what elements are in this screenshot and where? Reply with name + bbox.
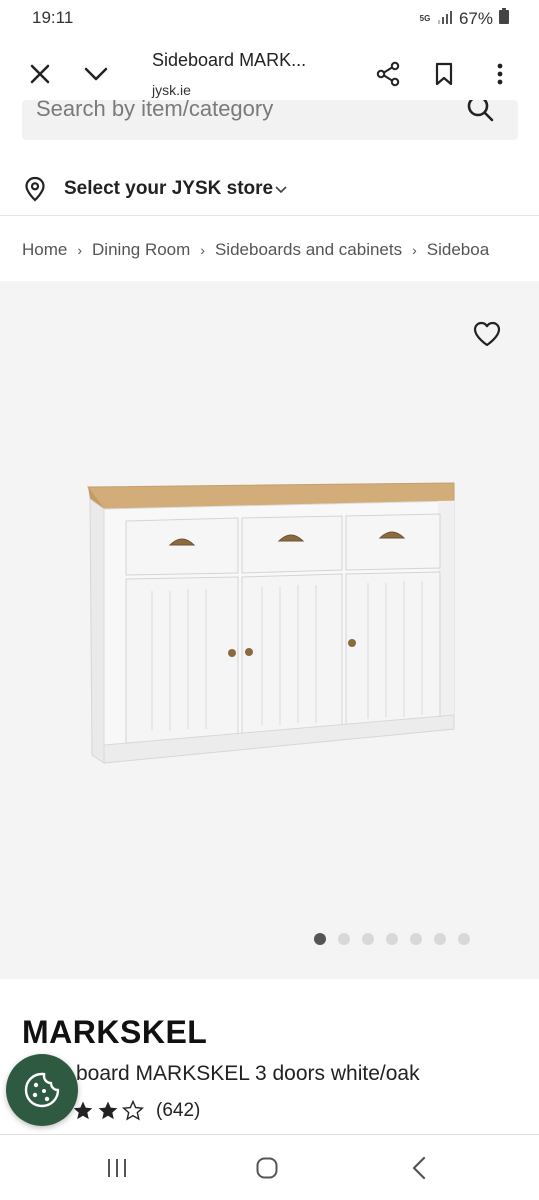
carousel-dot[interactable] xyxy=(434,933,446,945)
status-bar: 19:11 5G 67% xyxy=(0,0,539,38)
close-icon xyxy=(30,64,50,84)
recent-apps-icon xyxy=(108,1159,126,1177)
carousel-dot[interactable] xyxy=(410,933,422,945)
minimize-button[interactable] xyxy=(80,58,112,90)
share-icon xyxy=(376,61,400,87)
carousel-dot[interactable] xyxy=(338,933,350,945)
carousel-dots xyxy=(314,933,470,945)
battery-percentage: 67% xyxy=(458,8,493,28)
more-options-button[interactable] xyxy=(484,58,516,90)
bookmark-icon xyxy=(435,62,453,86)
rating-count: (642) xyxy=(156,1100,201,1121)
product-description: board MARKSKEL 3 doors white/oak xyxy=(76,1062,420,1085)
breadcrumb-item-sideboards-and-cabinets[interactable]: Sideboards and cabinets xyxy=(215,240,402,260)
breadcrumb-item-home[interactable]: Home xyxy=(22,240,67,260)
status-time: 19:11 xyxy=(32,8,74,27)
back-button[interactable] xyxy=(404,1153,434,1183)
home-icon xyxy=(256,1157,278,1179)
system-navigation-bar xyxy=(0,1134,539,1200)
bookmark-button[interactable] xyxy=(428,58,460,90)
product-gallery[interactable] xyxy=(0,281,539,979)
location-pin-icon xyxy=(24,176,46,207)
carousel-dot[interactable] xyxy=(386,933,398,945)
chevron-right-icon: › xyxy=(412,242,417,258)
page-title: Sideboard MARK... xyxy=(152,50,307,70)
chevron-right-icon: › xyxy=(77,242,83,258)
chevron-down-icon xyxy=(274,182,288,200)
status-indicators: 5G 67% xyxy=(419,8,509,29)
search-placeholder: Search by item/category xyxy=(36,100,274,121)
search-icon[interactable] xyxy=(466,100,496,135)
carousel-dot[interactable] xyxy=(458,933,470,945)
breadcrumb: Home › Dining Room › Sideboards and cabi… xyxy=(22,238,539,262)
back-icon xyxy=(412,1156,426,1180)
battery-icon xyxy=(499,8,509,29)
network-label: 5G xyxy=(419,13,431,23)
carousel-dot[interactable] xyxy=(362,933,374,945)
wishlist-heart-icon[interactable] xyxy=(473,321,503,351)
breadcrumb-item-dining-room[interactable]: Dining Room xyxy=(92,240,190,260)
share-button[interactable] xyxy=(372,58,404,90)
cookie-icon xyxy=(24,1072,60,1108)
breadcrumb-item-sideboards[interactable]: Sideboa xyxy=(427,240,489,260)
product-image-sideboard[interactable] xyxy=(82,481,462,771)
store-selector[interactable]: Select your JYSK store xyxy=(0,164,539,216)
chevron-right-icon: › xyxy=(200,242,205,258)
home-button[interactable] xyxy=(252,1153,282,1183)
store-selector-label: Select your JYSK store xyxy=(64,178,274,199)
signal-icon xyxy=(437,9,453,29)
more-vertical-icon xyxy=(497,63,503,85)
carousel-dot[interactable] xyxy=(314,933,326,945)
recent-apps-button[interactable] xyxy=(102,1153,132,1183)
product-name: MARKSKEL xyxy=(22,1014,208,1050)
chevron-down-icon xyxy=(84,67,108,81)
cookie-settings-button[interactable] xyxy=(6,1054,78,1126)
close-tab-button[interactable] xyxy=(24,58,56,90)
page-domain: jysk.ie xyxy=(152,82,191,98)
search-input[interactable]: Search by item/category xyxy=(22,100,518,140)
